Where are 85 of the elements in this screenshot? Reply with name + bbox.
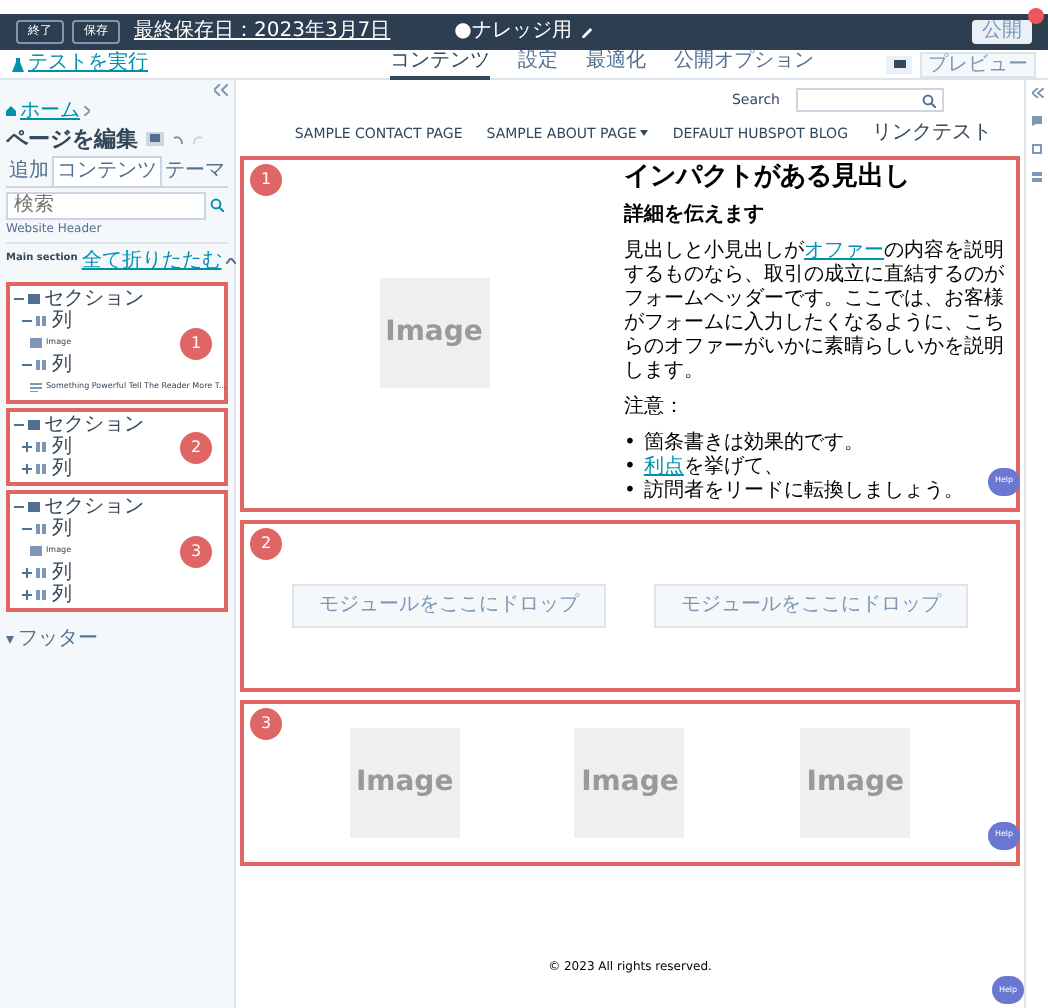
- page-title: ページを編集: [6, 127, 138, 153]
- list-item: 訪問者をリードに転換しましょう。: [643, 480, 964, 505]
- bullet-mark: •: [624, 480, 636, 505]
- note-label: 注意：: [624, 396, 686, 421]
- columns-icon: [36, 316, 48, 327]
- search-field[interactable]: [796, 88, 944, 112]
- tree-item[interactable]: 列: [52, 457, 72, 481]
- number-badge: 2: [250, 527, 282, 559]
- sidebar-tab[interactable]: 追加: [6, 156, 52, 186]
- number-badge: 1: [180, 327, 212, 360]
- page-title: ●ナレッジ用: [454, 20, 572, 44]
- undo-icon[interactable]: [172, 134, 184, 145]
- section-icon: [28, 294, 40, 305]
- search-icon[interactable]: [922, 93, 936, 107]
- number-badge: 3: [180, 535, 212, 568]
- tree-item[interactable]: セクション: [44, 413, 144, 437]
- editor-tab[interactable]: 設定: [518, 49, 558, 79]
- flask-icon: [12, 57, 24, 71]
- sidebar-tab[interactable]: テーマ: [162, 156, 228, 186]
- bullet-mark: •: [624, 432, 636, 457]
- collapse-icon[interactable]: [214, 84, 228, 96]
- number-badge: 1: [250, 163, 282, 195]
- collapse-icon[interactable]: [14, 420, 24, 431]
- tree-item[interactable]: セクション: [44, 287, 144, 311]
- columns-icon: [36, 360, 48, 371]
- expand-icon[interactable]: [22, 442, 32, 453]
- last-saved-link[interactable]: 最終保存日：2023年3月7日: [134, 20, 391, 44]
- search-icon[interactable]: [210, 198, 224, 213]
- home-icon: [6, 106, 16, 117]
- collapse-icon[interactable]: [14, 294, 24, 305]
- tree-item[interactable]: フッター: [18, 628, 98, 652]
- tree-item[interactable]: 列: [52, 561, 72, 585]
- expand-icon[interactable]: [22, 464, 32, 475]
- comment-icon[interactable]: [1032, 116, 1042, 126]
- collapse-icon[interactable]: [14, 502, 24, 513]
- device-button[interactable]: [886, 55, 912, 73]
- caret-icon[interactable]: [6, 635, 14, 644]
- text-link[interactable]: 利点: [643, 456, 684, 479]
- placeholder-text: Image: [806, 765, 905, 799]
- paragraph: 見出しと小見出しがオファーの内容を説明するものなら、取引の成立に直結するのがフォームヘッダーです。ここでは、お客様がフォームに入力したくなるように、こちらのオファーがいかに素晴らしいかを説明します。: [624, 240, 1006, 385]
- expand-icon[interactable]: [22, 590, 32, 601]
- tree-item[interactable]: セクション: [44, 495, 144, 519]
- tree-item[interactable]: 列: [52, 583, 72, 607]
- image-icon: [30, 546, 42, 557]
- collapse-icon[interactable]: [1031, 88, 1043, 98]
- stack-icon[interactable]: [1032, 172, 1042, 182]
- placeholder-text: Image: [385, 316, 483, 350]
- monitor-icon: [893, 59, 905, 69]
- editor-tab[interactable]: コンテンツ: [390, 49, 490, 79]
- number-badge: 3: [250, 707, 282, 739]
- caret-icon: [640, 130, 649, 137]
- bullet-mark: •: [624, 456, 636, 481]
- chevron-icon: [84, 106, 90, 117]
- tree-item[interactable]: 列: [52, 309, 72, 333]
- tree-item[interactable]: 列: [52, 517, 72, 541]
- subheading: 詳細を伝えます: [624, 204, 766, 229]
- sidebar-tab[interactable]: コンテンツ: [52, 156, 162, 186]
- expand-icon[interactable]: [22, 568, 32, 579]
- list-item: 利点を挙げて、: [643, 456, 784, 479]
- collapse-icon[interactable]: [22, 360, 32, 371]
- collapse-icon[interactable]: [22, 524, 32, 535]
- text-link[interactable]: オファー: [804, 240, 884, 263]
- editor-tab[interactable]: 最適化: [586, 49, 646, 79]
- section-icon: [28, 502, 40, 513]
- search-field[interactable]: 検索: [6, 191, 206, 220]
- placeholder-text: Image: [581, 765, 679, 799]
- desktop-icon[interactable]: [146, 132, 164, 147]
- test-link[interactable]: テストを実行: [12, 52, 148, 76]
- number-badge: 2: [180, 431, 212, 464]
- chevron-up-icon[interactable]: [225, 257, 236, 264]
- heading: インパクトがある見出し: [624, 161, 912, 193]
- tree-item[interactable]: 列: [52, 353, 72, 377]
- placeholder-text: Image: [355, 765, 454, 799]
- image-icon: [30, 338, 42, 349]
- list-item: 箇条書きは効果的です。: [643, 432, 864, 455]
- editor-tab[interactable]: 公開オプション: [674, 49, 814, 79]
- text-icon: [30, 382, 42, 393]
- columns-icon: [36, 524, 48, 535]
- edit-icon[interactable]: [579, 25, 594, 39]
- layout-icon[interactable]: [1032, 144, 1042, 154]
- tree-item[interactable]: 列: [52, 435, 72, 459]
- section-icon: [28, 420, 40, 431]
- nav-link[interactable]: リンクテスト: [872, 122, 992, 145]
- collapse-all-link[interactable]: 全て折りたたむ: [81, 249, 222, 273]
- collapse-icon[interactable]: [22, 316, 32, 327]
